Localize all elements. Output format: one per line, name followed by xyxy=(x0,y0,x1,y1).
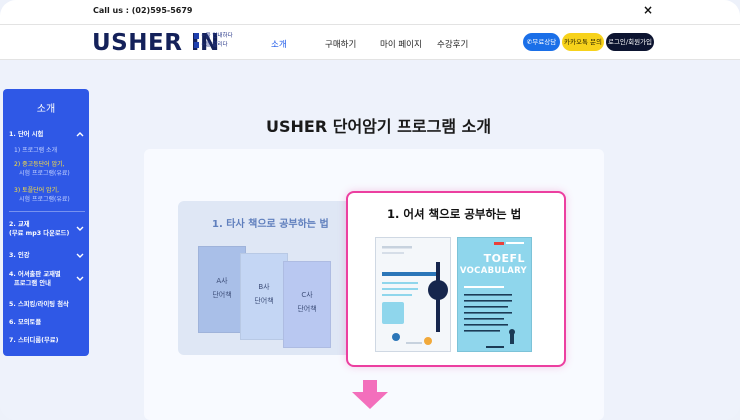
sidebar-item-textbook-label2: (무료 mp3 다운로드) xyxy=(9,230,70,237)
toefl-cover-art xyxy=(464,242,524,348)
tagline-line-2: ~을 알리다 xyxy=(201,42,228,48)
arrow-down-icon xyxy=(352,380,388,409)
chevron-down-icon[interactable] xyxy=(75,250,85,260)
chevron-down-icon[interactable] xyxy=(75,223,85,233)
sidebar-item-study-room[interactable]: 7. 스터디룸(무료) xyxy=(9,336,58,345)
usher-books-title: 1. 어셔 책으로 공부하는 법 xyxy=(387,207,522,221)
book-c-label-1: C사 xyxy=(301,291,313,299)
usher-book-toefl-cover: TOEFL VOCABULARY xyxy=(457,237,532,352)
sidebar-item-usher-books-label: 4. 어셔출판 교재별 xyxy=(9,271,61,278)
chevron-down-icon[interactable] xyxy=(75,273,85,283)
nav-reviews[interactable]: 수강후기 xyxy=(437,38,468,50)
tagline-mark-icon xyxy=(194,32,199,39)
usher-book-vocab-cover xyxy=(375,237,451,352)
book-c: C사 단어책 xyxy=(283,261,331,348)
tagline-mark-icon xyxy=(194,41,199,48)
sidebar-sub-program-intro[interactable]: 1) 프로그램 소개 xyxy=(14,147,57,156)
sidebar-item-speaking-writing[interactable]: 5. 스피킹/라이팅 첨삭 xyxy=(9,300,69,309)
top-bar: Call us : (02)595-5679 × xyxy=(0,0,740,24)
kakao-inquiry-button[interactable]: 카카오톡 문의 xyxy=(562,33,604,51)
nav-purchase[interactable]: 구매하기 xyxy=(325,38,356,50)
sidebar-item-usher-books-label2: 프로그램 안내 xyxy=(14,280,51,287)
logo-tagline: ~을 안내하다 ~을 알리다 xyxy=(194,32,233,50)
sidebar-sub-toefl-word-paid[interactable]: 시험 프로그램(유료) xyxy=(19,196,70,205)
site-header: USHER IN ~을 안내하다 ~을 알리다 소개 구매하기 마이 페이지 수… xyxy=(0,24,740,60)
book-b-label-2: 단어책 xyxy=(254,297,274,305)
sidebar-item-word-test[interactable]: 1. 단어 시험 xyxy=(9,130,43,139)
book-b-label-1: B사 xyxy=(258,283,270,291)
browser-window: Call us : (02)595-5679 × USHER IN ~을 안내하… xyxy=(0,0,740,420)
book-b: B사 단어책 xyxy=(240,253,288,340)
chevron-up-icon[interactable] xyxy=(75,129,85,139)
tagline-line-1: ~을 안내하다 xyxy=(201,33,233,39)
nav-mypage[interactable]: 마이 페이지 xyxy=(380,38,422,50)
book-a: A사 단어책 xyxy=(198,246,246,333)
sidebar-title: 소개 xyxy=(36,104,56,115)
sidebar-sub-middle-high-word[interactable]: 2) 중고등단어 암기, xyxy=(14,161,65,170)
usher-book-cover-art xyxy=(376,238,450,351)
free-consult-label: 무료상담 xyxy=(532,38,557,46)
book-c-label-2: 단어책 xyxy=(297,305,317,313)
sidebar-sub-middle-high-word-paid[interactable]: 시험 프로그램(유료) xyxy=(19,170,70,179)
book-a-label-1: A사 xyxy=(216,277,228,285)
sidebar-item-mock-toefl[interactable]: 6. 모의토플 xyxy=(9,318,41,327)
login-signup-button[interactable]: 로그인/회원가입 xyxy=(606,33,654,51)
sidebar-sub-toefl-word[interactable]: 3) 토플단어 암기, xyxy=(14,187,59,196)
sidebar: 소개 1. 단어 시험 1) 프로그램 소개 2) 중고등단어 암기, 시험 프… xyxy=(3,89,89,356)
close-icon[interactable]: × xyxy=(643,3,653,17)
free-consult-button[interactable]: ✆무료상담 xyxy=(523,33,560,51)
nav-intro[interactable]: 소개 xyxy=(271,38,287,50)
sidebar-divider xyxy=(9,211,85,212)
book-a-label-2: 단어책 xyxy=(212,291,232,299)
phone-number: Call us : (02)595-5679 xyxy=(93,6,193,15)
sidebar-item-textbook-label: 2. 교재 xyxy=(9,221,30,228)
other-books-title: 1. 타사 책으로 공부하는 법 xyxy=(212,219,329,230)
page-title: USHER 단어암기 프로그램 소개 xyxy=(266,117,492,136)
sidebar-item-lecture[interactable]: 3. 인강 xyxy=(9,251,30,260)
sidebar-item-usher-books[interactable]: 4. 어셔출판 교재별 프로그램 안내 xyxy=(9,270,61,288)
sidebar-item-textbook[interactable]: 2. 교재 (무료 mp3 다운로드) xyxy=(9,220,69,238)
